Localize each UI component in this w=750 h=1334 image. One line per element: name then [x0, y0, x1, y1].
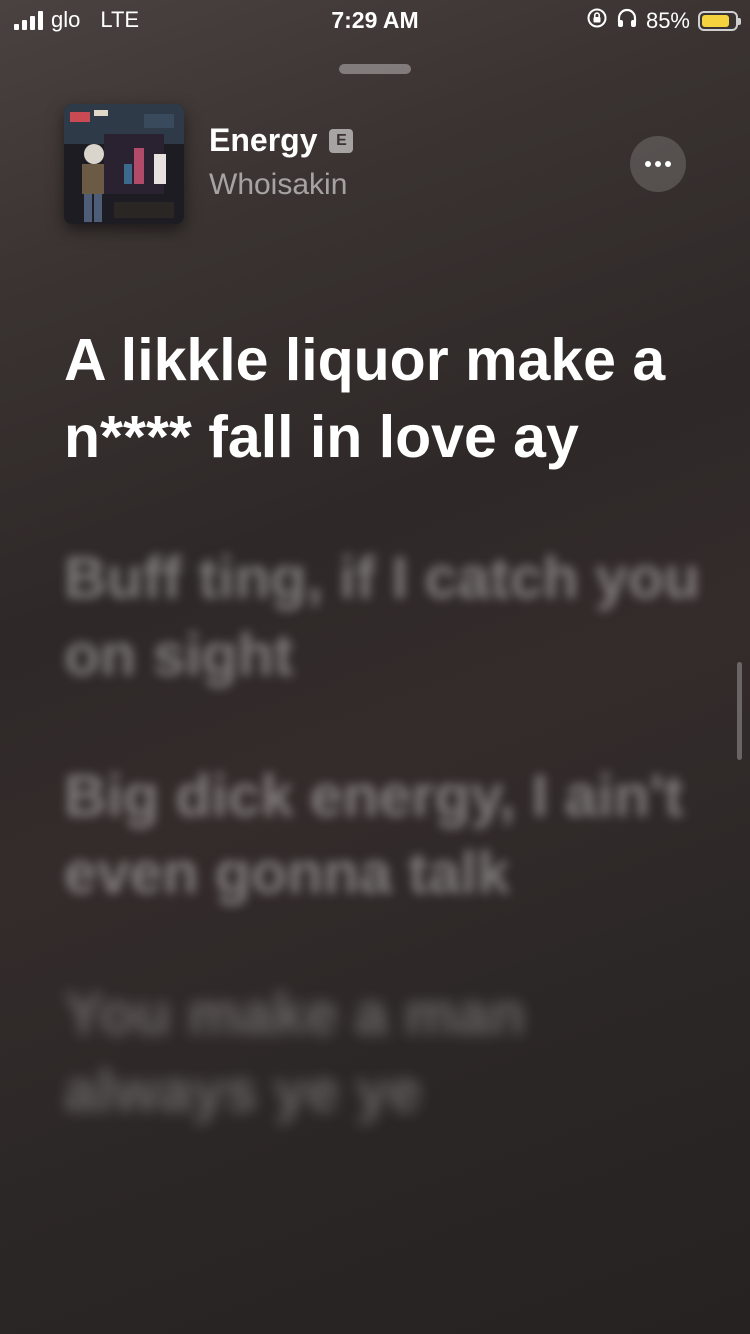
lyric-line-current[interactable]: A likkle liquor make a n**** fall in lov…	[64, 322, 704, 476]
more-icon-dot	[645, 161, 651, 167]
headphones-icon	[616, 7, 638, 35]
battery-icon	[698, 11, 741, 31]
rotation-lock-icon	[586, 7, 608, 35]
lyric-line[interactable]: You make a man always ye ye	[64, 976, 704, 1130]
battery-percent: 85%	[645, 8, 690, 33]
more-button[interactable]	[630, 136, 686, 192]
album-art[interactable]	[64, 104, 184, 224]
battery-level-fill	[702, 15, 730, 27]
song-title-row[interactable]: Energy E	[209, 122, 354, 159]
scrollbar[interactable]	[737, 662, 742, 760]
more-icon-dot	[655, 161, 661, 167]
album-art-image	[64, 104, 184, 224]
status-bar: glo LTE 7:29 AM 85%	[0, 0, 750, 40]
lyrics-view[interactable]: A likkle liquor make a n**** fall in lov…	[64, 322, 704, 1130]
artist-name[interactable]: Whoisakin	[209, 168, 347, 202]
explicit-badge: E	[329, 128, 354, 153]
song-title: Energy	[209, 122, 318, 158]
sheet-grabber[interactable]	[339, 64, 411, 74]
lyric-line[interactable]: Big dick energy, I ain't even gonna talk	[64, 758, 704, 912]
more-icon-dot	[665, 161, 671, 167]
status-right: 85%	[586, 7, 741, 35]
lyric-line[interactable]: Buff ting, if I catch you on sight	[64, 540, 704, 694]
